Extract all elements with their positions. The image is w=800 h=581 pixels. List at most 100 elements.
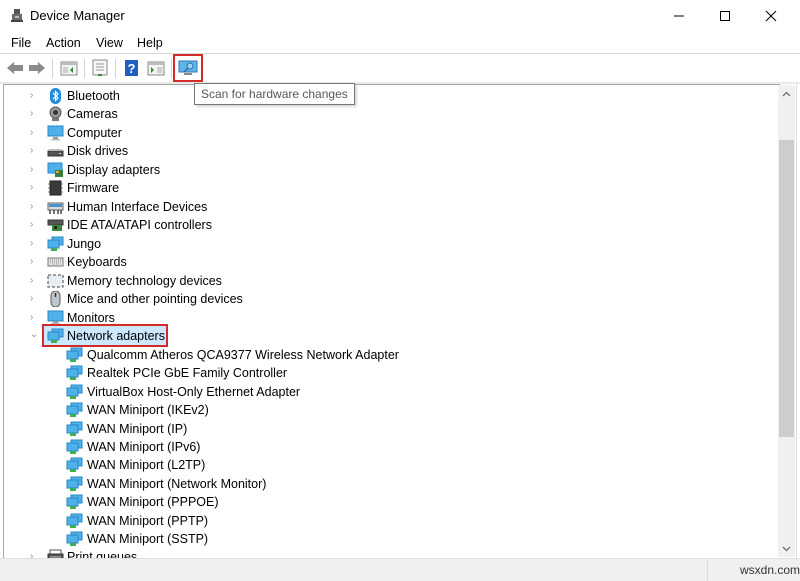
vertical-scrollbar[interactable]	[778, 85, 795, 557]
chevron-right-icon[interactable]: ›	[30, 90, 40, 102]
network-adapter-icon	[66, 457, 83, 473]
network-adapter-item[interactable]: WAN Miniport (IPv6)	[4, 438, 764, 456]
tree-category-disk-drives[interactable]: › Disk drives	[4, 142, 764, 160]
tree-category-label: Cameras	[67, 107, 118, 121]
chevron-right-icon[interactable]: ›	[30, 293, 40, 305]
network-adapter-item[interactable]: WAN Miniport (Network Monitor)	[4, 475, 764, 493]
properties-icon	[92, 59, 108, 76]
back-button[interactable]	[4, 57, 26, 79]
menu-view[interactable]: View	[96, 36, 123, 50]
tree-category-print-queues[interactable]: › Print queues	[4, 548, 764, 558]
tree-category-label: Human Interface Devices	[67, 200, 208, 214]
chevron-right-icon[interactable]: ›	[30, 108, 40, 120]
network-adapter-item[interactable]: Qualcomm Atheros QCA9377 Wireless Networ…	[4, 346, 764, 364]
network-adapter-item[interactable]: WAN Miniport (SSTP)	[4, 530, 764, 548]
chevron-right-icon[interactable]: ›	[30, 256, 40, 268]
display-adapter-icon	[47, 162, 63, 177]
device-manager-app-icon	[11, 9, 23, 22]
network-adapter-item[interactable]: VirtualBox Host-Only Ethernet Adapter	[4, 383, 764, 401]
bluetooth-icon	[50, 88, 61, 104]
scan-tooltip: Scan for hardware changes	[194, 83, 355, 105]
scroll-up-button[interactable]	[778, 85, 795, 102]
chevron-up-icon	[782, 91, 791, 96]
tree-category-ide-ata-atapi-controllers[interactable]: › IDE ATA/ATAPI controllers	[4, 216, 764, 234]
toolbar-separator	[52, 59, 53, 78]
toolbar: ?	[0, 54, 800, 82]
network-adapter-label: Qualcomm Atheros QCA9377 Wireless Networ…	[87, 348, 399, 362]
watermark-text: wsxdn.com	[740, 563, 800, 577]
network-adapter-icon	[66, 531, 83, 546]
window-title: Device Manager	[30, 8, 125, 23]
tree-category-cameras[interactable]: › Cameras	[4, 105, 764, 123]
chevron-right-icon[interactable]: ›	[30, 312, 40, 324]
tree-category-keyboards[interactable]: › Keyboards	[4, 253, 764, 271]
network-adapter-label: WAN Miniport (PPTP)	[87, 513, 209, 528]
network-adapter-item[interactable]: Realtek PCIe GbE Family Controller	[4, 364, 764, 382]
chevron-right-icon[interactable]: ›	[30, 127, 40, 139]
properties-button[interactable]	[89, 57, 111, 79]
tree-category-computer[interactable]: › Computer	[4, 124, 764, 142]
toolbar-separator	[84, 59, 85, 78]
tree-category-label: Keyboards	[67, 255, 127, 269]
tree-category-jungo[interactable]: › Jungo	[4, 235, 764, 253]
menu-help[interactable]: Help	[137, 36, 163, 50]
hid-icon	[47, 202, 64, 214]
network-adapter-label: VirtualBox Host-Only Ethernet Adapter	[87, 384, 301, 399]
device-manager-window: Device Manager File Action View Help ? ›…	[0, 0, 800, 581]
minimize-button[interactable]	[656, 0, 702, 32]
network-adapter-icon	[66, 476, 83, 491]
chevron-right-icon[interactable]: ›	[30, 551, 40, 558]
chevron-down-icon[interactable]: ⌄	[30, 329, 40, 341]
tree-category-label: Display adapters	[67, 163, 161, 177]
tree-category-memory-technology-devices[interactable]: › Memory technology devices	[4, 272, 764, 290]
camera-icon	[49, 106, 62, 121]
network-adapter-item[interactable]: WAN Miniport (PPPOE)	[4, 493, 764, 511]
chevron-right-icon[interactable]: ›	[30, 145, 40, 157]
network-adapter-item[interactable]: WAN Miniport (IP)	[4, 420, 764, 438]
chevron-right-icon[interactable]: ›	[30, 238, 40, 250]
forward-button[interactable]	[26, 57, 48, 79]
network-adapter-item[interactable]: WAN Miniport (L2TP)	[4, 456, 764, 474]
tree-category-display-adapters[interactable]: › Display adapters	[4, 161, 764, 179]
network-adapter-label: Realtek PCIe GbE Family Controller	[87, 366, 288, 381]
chevron-right-icon[interactable]: ›	[30, 182, 40, 194]
scrollbar-thumb[interactable]	[779, 140, 794, 437]
scroll-down-button[interactable]	[778, 540, 795, 557]
chevron-right-icon[interactable]: ›	[30, 275, 40, 287]
show-hide-action-pane-button[interactable]	[145, 57, 167, 79]
network-adapter-icon	[47, 328, 64, 343]
help-icon: ?	[125, 60, 138, 76]
tree-category-human-interface-devices[interactable]: › Human Interface Devices	[4, 198, 764, 216]
keyboard-icon	[47, 257, 64, 267]
chevron-right-icon[interactable]: ›	[30, 201, 40, 213]
tree-category-bluetooth[interactable]: › Bluetooth	[4, 87, 764, 105]
window-right-edge	[796, 84, 800, 558]
show-hide-console-tree-button[interactable]	[58, 57, 80, 79]
tree-category-label: Print queues	[67, 550, 138, 558]
computer-icon	[47, 125, 64, 141]
tree-category-mice[interactable]: › Mice and other pointing devices	[4, 290, 764, 308]
arrow-right-icon	[29, 62, 45, 74]
network-adapter-icon	[66, 421, 83, 436]
menu-file[interactable]: File	[11, 36, 31, 50]
tree-category-firmware[interactable]: › Firmware	[4, 179, 764, 197]
chevron-right-icon[interactable]: ›	[30, 219, 40, 231]
tree-category-label: Computer	[67, 126, 122, 140]
menu-action[interactable]: Action	[46, 36, 81, 50]
maximize-icon	[720, 11, 730, 21]
menu-bar: File Action View Help	[0, 33, 800, 53]
network-adapter-icon	[66, 513, 83, 528]
network-adapter-item[interactable]: WAN Miniport (IKEv2)	[4, 401, 764, 419]
tree-category-label: Firmware	[67, 181, 120, 195]
help-button[interactable]: ?	[121, 57, 143, 79]
tree-category-network-adapters[interactable]: ⌄ Network adapters	[4, 324, 764, 347]
network-adapter-item[interactable]: WAN Miniport (PPTP)	[4, 512, 764, 530]
scan-button-highlight	[173, 54, 203, 82]
firmware-icon	[48, 180, 63, 196]
arrow-left-icon	[7, 62, 23, 74]
chevron-right-icon[interactable]: ›	[30, 164, 40, 176]
maximize-button[interactable]	[702, 0, 748, 32]
svg-text:?: ?	[128, 61, 136, 76]
close-button[interactable]	[748, 0, 794, 32]
console-tree-icon	[60, 61, 78, 76]
